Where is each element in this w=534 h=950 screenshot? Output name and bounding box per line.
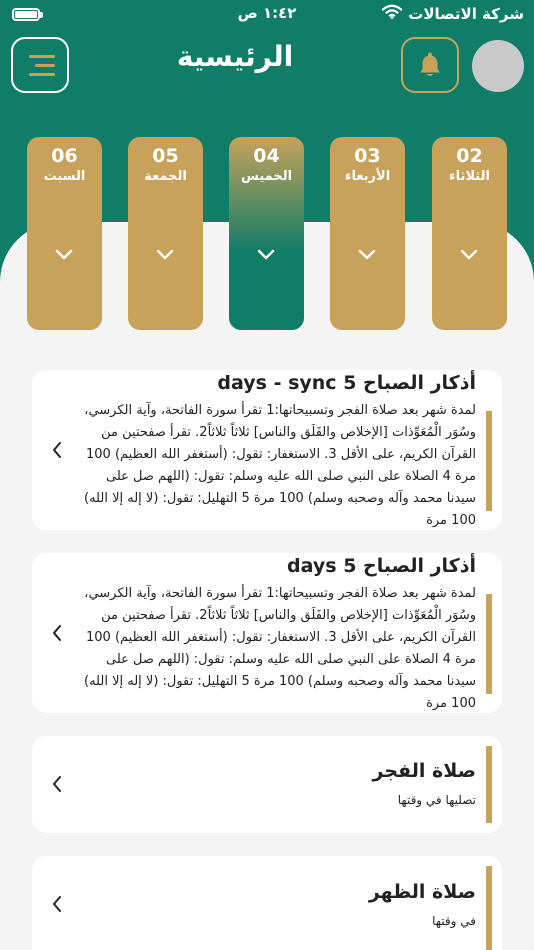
day-card-03[interactable]: 03 الأربعاء	[330, 137, 405, 330]
day-name: الخميس	[240, 169, 293, 184]
day-name: السبت	[43, 169, 86, 184]
menu-button[interactable]	[11, 37, 69, 93]
menu-icon-line	[35, 64, 55, 67]
day-number: 06	[51, 145, 78, 167]
avatar[interactable]	[472, 40, 524, 92]
task-card-fajr-prayer[interactable]: صلاة الفجر تصليها في وقتها	[32, 736, 502, 833]
menu-icon	[29, 55, 55, 58]
wifi-icon	[382, 4, 403, 23]
card-title: صلاة الظهر	[368, 881, 476, 903]
card-accent-bar	[486, 594, 492, 694]
status-bar: ١:٤٢ ص شركة الاتصالات	[0, 0, 534, 30]
chevron-left-icon	[53, 625, 61, 641]
card-subtitle: في وقتها	[432, 914, 476, 928]
card-title: أذكار الصباح 5 days - sync	[217, 372, 476, 394]
task-card-morning-adhkar-sync[interactable]: أذكار الصباح 5 days - sync لمدة شهر بعد …	[32, 370, 502, 530]
chevron-down-icon	[257, 249, 275, 260]
task-card-morning-adhkar[interactable]: أذكار الصباح 5 days لمدة شهر بعد صلاة ال…	[32, 553, 502, 713]
day-card-05[interactable]: 05 الجمعة	[128, 137, 203, 330]
day-card-06[interactable]: 06 السبت	[27, 137, 102, 330]
card-accent-bar	[486, 866, 492, 950]
chevron-down-icon	[55, 249, 73, 260]
carrier-name: شركة الاتصالات	[408, 4, 524, 23]
chevron-down-icon	[358, 249, 376, 260]
page-title: الرئيسية	[176, 40, 294, 73]
day-number: 04	[253, 145, 280, 167]
menu-icon-line	[29, 73, 55, 76]
chevron-left-icon	[53, 442, 61, 458]
card-subtitle: تصليها في وقتها	[397, 793, 476, 807]
chevron-down-icon	[156, 249, 174, 260]
card-description: لمدة شهر بعد صلاة الفجر وتسبيحاتها:1 تقر…	[84, 586, 476, 711]
status-carrier-group: شركة الاتصالات	[382, 4, 524, 23]
day-card-02[interactable]: 02 الثلاثاء	[432, 137, 507, 330]
card-description: لمدة شهر بعد صلاة الفجر وتسبيحاتها:1 تقر…	[84, 403, 476, 528]
chevron-down-icon	[460, 249, 478, 260]
day-number: 05	[152, 145, 179, 167]
chevron-left-icon	[53, 776, 61, 792]
day-number: 02	[456, 145, 483, 167]
notifications-button[interactable]	[401, 37, 459, 93]
bell-icon	[420, 52, 440, 76]
chevron-left-icon	[53, 896, 61, 912]
card-accent-bar	[486, 411, 492, 511]
day-name: الثلاثاء	[449, 169, 490, 184]
day-card-04-selected[interactable]: 04 الخميس	[229, 137, 304, 330]
card-title: أذكار الصباح 5 days	[287, 555, 476, 577]
day-number: 03	[354, 145, 381, 167]
day-name: الأربعاء	[344, 169, 391, 184]
card-accent-bar	[486, 746, 492, 823]
task-card-dhuhr-prayer[interactable]: صلاة الظهر في وقتها	[32, 856, 502, 950]
card-title: صلاة الفجر	[372, 760, 476, 782]
day-name: الجمعة	[144, 169, 187, 184]
